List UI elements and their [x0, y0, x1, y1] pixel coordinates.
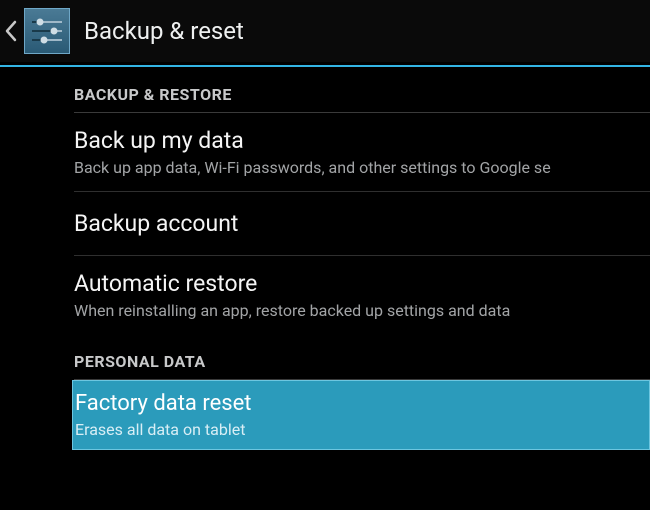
section-header-backup-restore: BACKUP & RESTORE — [74, 67, 650, 112]
automatic-restore-item[interactable]: Automatic restore When reinstalling an a… — [74, 256, 650, 334]
backup-my-data-item[interactable]: Back up my data Back up app data, Wi-Fi … — [74, 113, 650, 191]
page-title: Backup & reset — [84, 17, 244, 45]
action-bar: Backup & reset — [0, 0, 650, 62]
settings-sliders-icon[interactable] — [24, 8, 70, 54]
sliders-icon — [28, 12, 66, 50]
factory-data-reset-item[interactable]: Factory data reset Erases all data on ta… — [72, 380, 650, 450]
backup-account-item[interactable]: Backup account — [74, 192, 650, 255]
section-header-personal-data: PERSONAL DATA — [74, 334, 650, 379]
item-subtitle: Back up app data, Wi-Fi passwords, and o… — [74, 158, 650, 177]
item-title: Backup account — [74, 210, 650, 237]
item-title: Factory data reset — [75, 391, 649, 416]
back-button[interactable] — [4, 17, 18, 45]
item-subtitle: When reinstalling an app, restore backed… — [74, 301, 650, 320]
item-title: Back up my data — [74, 127, 650, 154]
settings-list: BACKUP & RESTORE Back up my data Back up… — [0, 67, 650, 450]
item-title: Automatic restore — [74, 270, 650, 297]
item-subtitle: Erases all data on tablet — [75, 420, 649, 439]
chevron-left-icon — [5, 20, 17, 42]
